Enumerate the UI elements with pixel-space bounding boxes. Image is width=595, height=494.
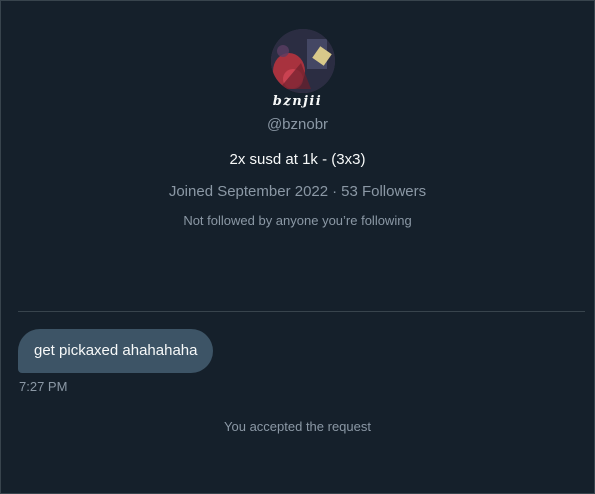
profile-handle[interactable]: @bznobr bbox=[1, 116, 594, 133]
dm-conversation-panel: bznjii @bznobr 2x susd at 1k - (3x3) Joi… bbox=[0, 0, 595, 494]
profile-avatar[interactable] bbox=[271, 29, 335, 93]
joined-date: Joined September 2022 bbox=[168, 183, 329, 200]
followers-count-link[interactable]: 53 Followers bbox=[341, 183, 426, 200]
profile-meta: Joined September 2022 · 53 Followers bbox=[1, 183, 594, 200]
profile-display-name[interactable]: bznjii bbox=[1, 94, 594, 109]
message-bubble[interactable]: get pickaxed ahahahaha bbox=[18, 329, 214, 373]
not-followed-note: Not followed by anyone you’re following bbox=[183, 213, 412, 228]
message-timestamp: 7:27 PM bbox=[19, 379, 68, 394]
request-accepted-note: You accepted the request bbox=[224, 419, 371, 434]
avatar-image-icon bbox=[271, 29, 335, 93]
divider bbox=[18, 311, 585, 312]
profile-bio: 2x susd at 1k - (3x3) bbox=[229, 151, 366, 168]
meta-separator: · bbox=[332, 183, 338, 200]
